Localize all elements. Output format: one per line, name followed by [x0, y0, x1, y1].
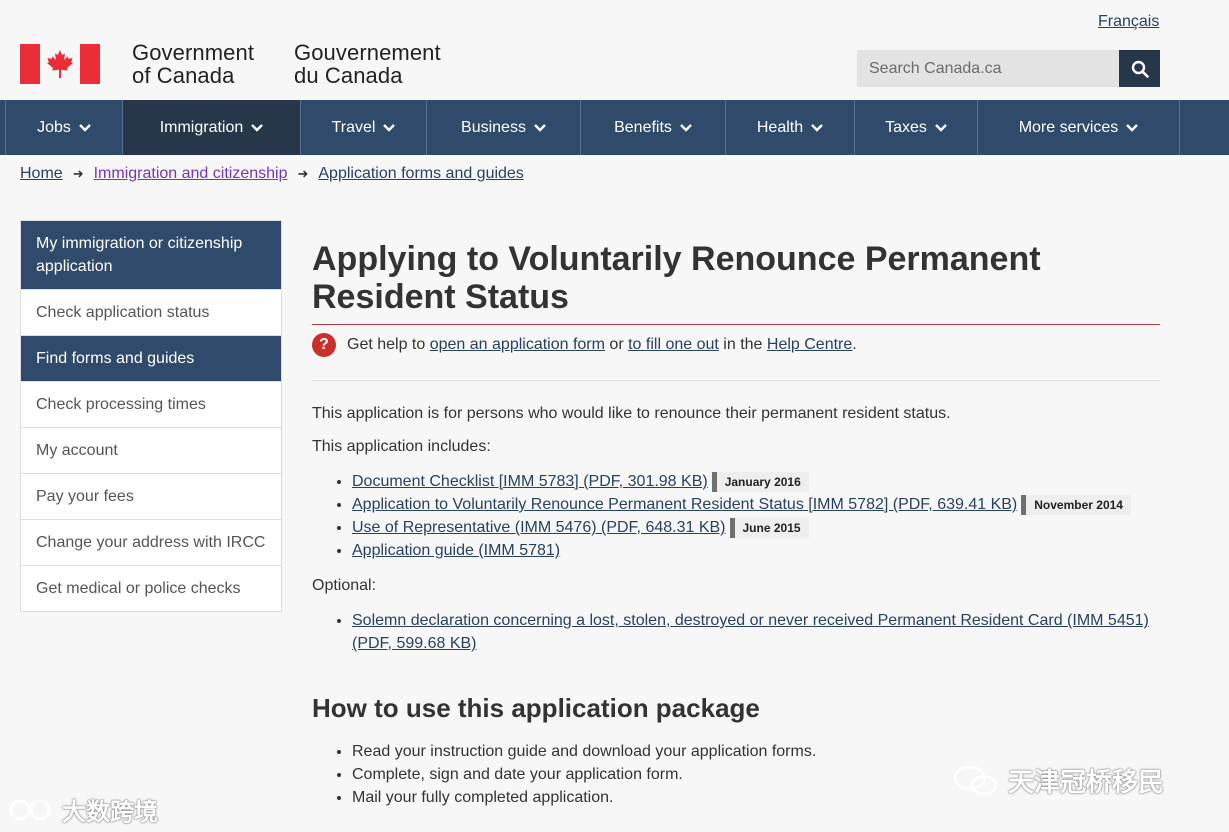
breadcrumb-immigration[interactable]: Immigration and citizenship — [94, 165, 288, 183]
menu-business[interactable]: Business — [427, 100, 581, 155]
search-input[interactable] — [857, 50, 1119, 87]
menu-health[interactable]: Health — [726, 100, 855, 155]
chevron-down-icon — [251, 123, 264, 132]
sidenav-medical-police[interactable]: Get medical or police checks — [21, 565, 281, 611]
maple-leaf-icon — [47, 50, 73, 78]
doc-link-solemn-declaration[interactable]: Solemn declaration concerning a lost, st… — [352, 612, 1149, 652]
list-item: Document Checklist [IMM 5783] (PDF, 301.… — [352, 470, 1160, 493]
optional-label: Optional: — [312, 577, 377, 594]
brand-french: Gouvernement du Canada — [294, 40, 441, 88]
date-badge: January 2016 — [711, 471, 809, 492]
chevron-down-icon — [935, 123, 947, 132]
intro-text: This application is for persons who woul… — [312, 405, 951, 422]
chevron-down-icon — [383, 123, 396, 132]
menu-more-services[interactable]: More services — [978, 100, 1180, 155]
help-centre-link[interactable]: Help Centre — [767, 336, 852, 353]
doc-link-application[interactable]: Application to Voluntarily Renounce Perm… — [352, 496, 1017, 513]
date-badge: November 2014 — [1021, 494, 1131, 515]
main-menu: Jobs Immigration Travel Business Benefit… — [0, 100, 1229, 155]
open-form-link[interactable]: open an application form — [430, 336, 605, 353]
sidenav-check-status[interactable]: Check application status — [21, 289, 281, 335]
search-button[interactable] — [1119, 50, 1160, 87]
sidenav-processing-times[interactable]: Check processing times — [21, 381, 281, 427]
optional-document-list: Solemn declaration concerning a lost, st… — [352, 609, 1160, 655]
includes-label: This application includes: — [312, 438, 491, 455]
arrow-right-icon: ➜ — [72, 166, 84, 181]
watermark-left: 大数跨境 — [8, 792, 158, 827]
breadcrumb-home[interactable]: Home — [20, 165, 63, 183]
document-list: Document Checklist [IMM 5783] (PDF, 301.… — [352, 470, 1160, 562]
wechat-icon — [953, 765, 998, 795]
chevron-down-icon — [79, 123, 91, 132]
chevron-down-icon — [534, 123, 546, 132]
menu-benefits[interactable]: Benefits — [581, 100, 726, 155]
doc-link-representative[interactable]: Use of Representative (IMM 5476) (PDF, 6… — [352, 519, 726, 536]
sidenav-pay-fees[interactable]: Pay your fees — [21, 473, 281, 519]
watermark-right: 天津冠桥移民 — [952, 762, 1164, 799]
list-item: Application to Voluntarily Renounce Perm… — [352, 493, 1160, 516]
menu-travel[interactable]: Travel — [301, 100, 427, 155]
list-item: Solemn declaration concerning a lost, st… — [352, 609, 1160, 655]
language-toggle-link[interactable]: Français — [1098, 13, 1159, 31]
question-icon: ? — [312, 333, 336, 357]
brand-logo-icon — [9, 799, 51, 820]
list-item: Read your instruction guide and download… — [352, 740, 1160, 763]
page-title: Applying to Voluntarily Renounce Permane… — [312, 240, 1160, 325]
sidenav-my-account[interactable]: My account — [21, 427, 281, 473]
doc-link-guide[interactable]: Application guide (IMM 5781) — [352, 542, 560, 559]
doc-link-checklist[interactable]: Document Checklist [IMM 5783] (PDF, 301.… — [352, 473, 708, 490]
main-content: Applying to Voluntarily Renounce Permane… — [312, 240, 1160, 809]
sidenav-find-forms[interactable]: Find forms and guides — [21, 335, 281, 381]
date-badge: June 2015 — [729, 517, 809, 538]
search-bar — [857, 50, 1160, 87]
menu-jobs[interactable]: Jobs — [5, 100, 123, 155]
arrow-right-icon: ➜ — [297, 166, 309, 181]
list-item: Application guide (IMM 5781) — [352, 539, 1160, 562]
menu-taxes[interactable]: Taxes — [855, 100, 978, 155]
help-text: Get help to open an application form or … — [347, 336, 857, 353]
breadcrumb-forms-guides[interactable]: Application forms and guides — [318, 165, 523, 183]
search-icon — [1131, 60, 1149, 78]
list-item: Use of Representative (IMM 5476) (PDF, 6… — [352, 516, 1160, 539]
help-notice: ? Get help to open an application form o… — [312, 333, 1160, 381]
sidenav-change-address[interactable]: Change your address with IRCC — [21, 519, 281, 565]
side-navigation: My immigration or citizenship applicatio… — [20, 220, 282, 612]
brand-english: Government of Canada — [132, 40, 255, 88]
breadcrumb: Home ➜ Immigration and citizenship ➜ App… — [20, 165, 524, 183]
canada-flag-logo — [20, 44, 100, 84]
section-heading: How to use this application package — [312, 693, 760, 723]
fill-form-link[interactable]: to fill one out — [628, 336, 719, 353]
chevron-down-icon — [811, 123, 823, 132]
sidenav-my-application[interactable]: My immigration or citizenship applicatio… — [21, 221, 281, 289]
menu-immigration[interactable]: Immigration — [123, 100, 301, 155]
chevron-down-icon — [1126, 123, 1139, 132]
chevron-down-icon — [680, 123, 692, 132]
